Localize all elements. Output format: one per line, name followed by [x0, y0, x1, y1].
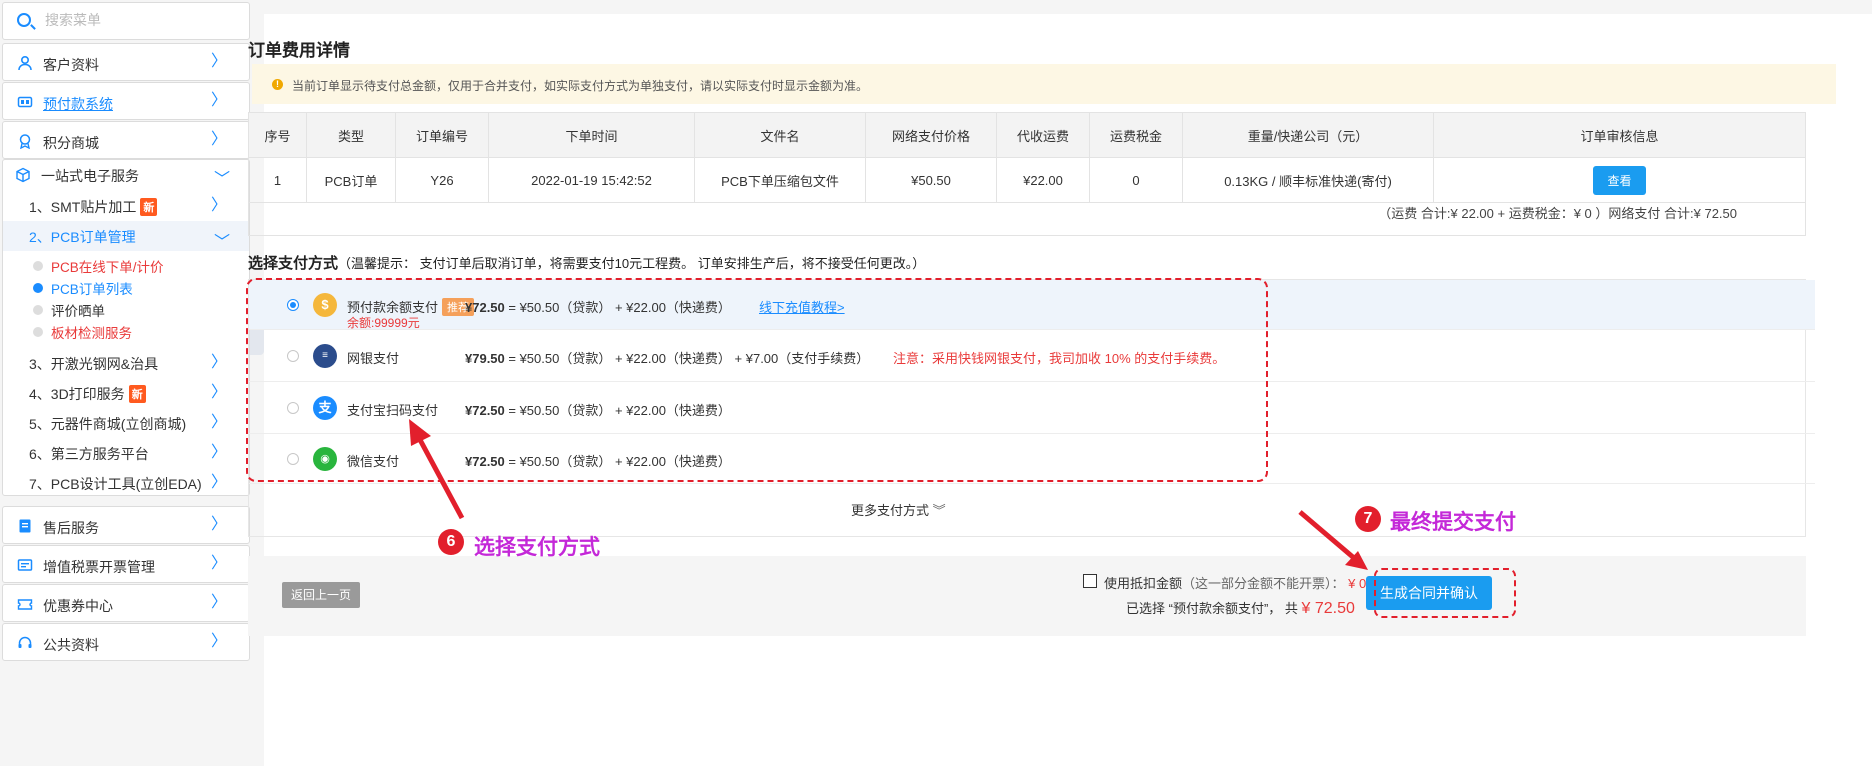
- step-7-badge: 7: [1355, 506, 1381, 532]
- arrow-6-line: [415, 434, 465, 520]
- step-7-label: 最终提交支付: [1390, 511, 1516, 534]
- step-6-badge: 6: [438, 529, 464, 555]
- annotation-arrows: [409, 419, 1368, 570]
- arrow-7-line: [1298, 510, 1356, 560]
- step-6-label: 选择支付方式: [474, 536, 600, 559]
